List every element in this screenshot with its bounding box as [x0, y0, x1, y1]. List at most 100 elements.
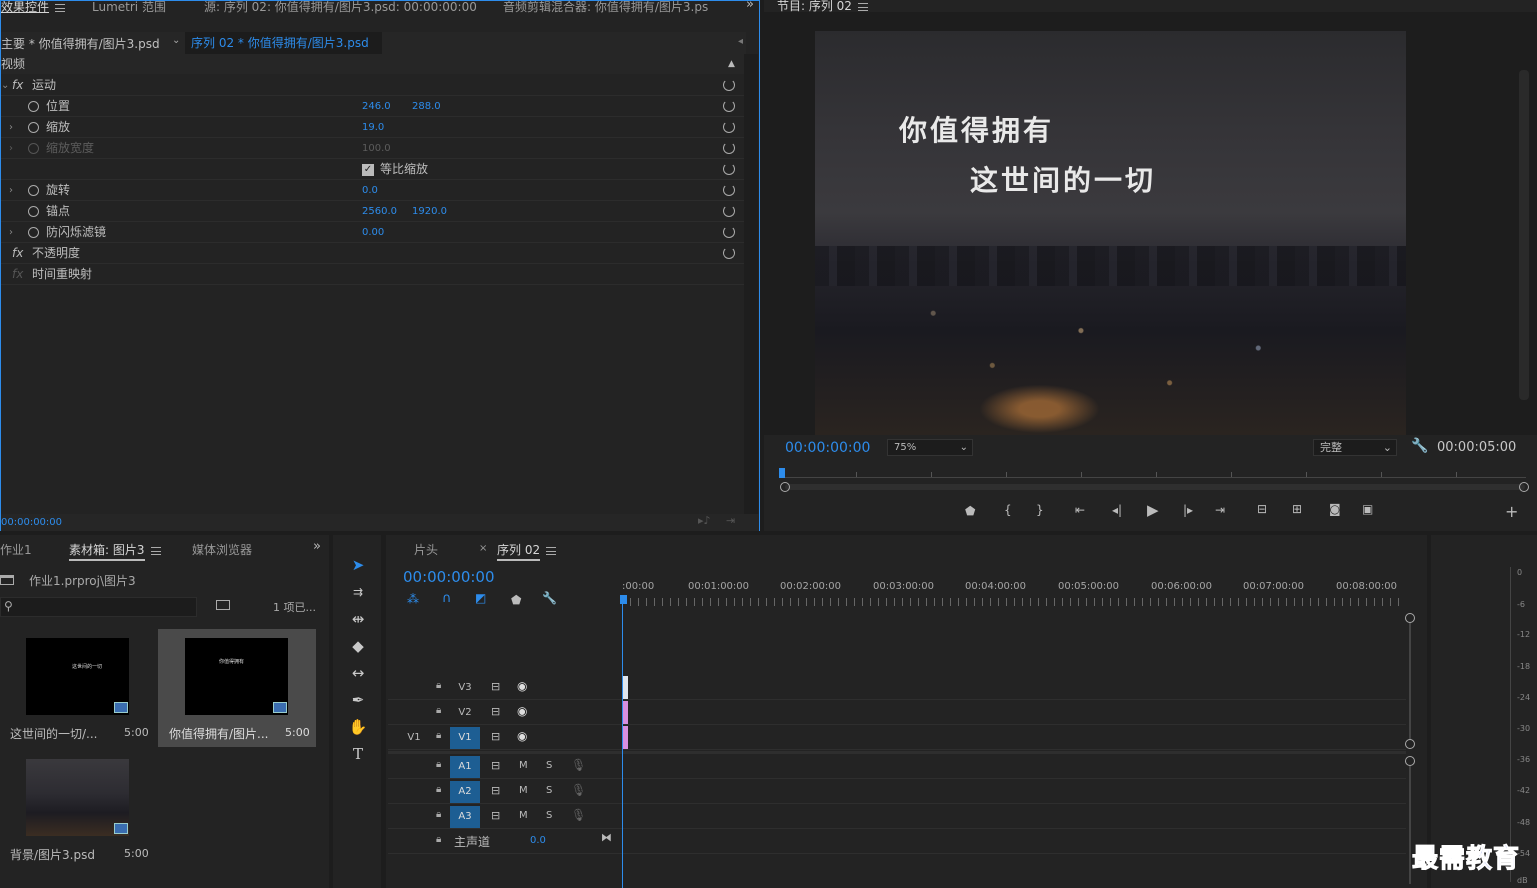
sync-lock-icon[interactable]: ⊟ — [491, 705, 500, 718]
export-frame-camera-icon[interactable]: ◙ — [1329, 502, 1341, 516]
export-icon[interactable]: ⇥ — [726, 514, 735, 527]
stopwatch-icon[interactable] — [28, 101, 39, 112]
track-label[interactable]: V1 — [450, 727, 480, 749]
master-clip-select[interactable]: 主要 * 你值得拥有/图片3.psd — [1, 35, 160, 52]
panel-menu-icon[interactable] — [857, 2, 868, 11]
step-forward-icon[interactable]: |▸ — [1183, 503, 1193, 517]
mute-button[interactable]: M — [519, 810, 528, 821]
zoom-handle-right[interactable] — [1519, 482, 1529, 492]
monitor-time-ruler[interactable] — [781, 466, 1526, 478]
sync-lock-icon[interactable]: ⊟ — [491, 730, 500, 743]
anchor-x-value[interactable]: 2560.0 — [362, 201, 397, 222]
antiflicker-value[interactable]: 0.00 — [362, 222, 384, 243]
master-volume-value[interactable]: 0.0 — [530, 835, 546, 846]
reset-icon[interactable] — [723, 226, 735, 238]
effect-opacity[interactable]: fx 不透明度 — [1, 243, 744, 264]
effect-controls-timecode[interactable]: 00:00:00:00 — [1, 517, 62, 528]
solo-button[interactable]: S — [546, 785, 552, 796]
monitor-scrollbar[interactable] — [1519, 70, 1529, 400]
timeline-timecode[interactable]: 00:00:00:00 — [403, 568, 495, 586]
tab-lumetri[interactable]: Lumetri 范围 — [92, 0, 166, 15]
solo-button[interactable]: S — [546, 810, 552, 821]
tab-audio-mixer[interactable]: 音频剪辑混合器: 你值得拥有/图片3.ps — [503, 0, 725, 15]
sync-lock-icon[interactable]: ⊟ — [491, 759, 500, 772]
linked-selection-icon[interactable]: ◩ — [475, 591, 486, 605]
reset-icon[interactable] — [723, 100, 735, 112]
track-divider[interactable] — [388, 751, 1406, 754]
timeline-zoom-handle-mid[interactable] — [1405, 739, 1415, 749]
eye-icon[interactable]: ◉ — [517, 729, 527, 743]
chevron-down-icon[interactable]: ⌄ — [172, 35, 180, 46]
tab-source[interactable]: 源: 序列 02: 你值得拥有/图片3.psd: 00:00:00:00 — [204, 0, 477, 15]
quality-select[interactable]: 完整 ⌄ — [1313, 439, 1397, 456]
close-tab-icon[interactable]: × — [479, 543, 487, 554]
effect-time-remap[interactable]: fx 时间重映射 — [1, 264, 744, 285]
go-to-edit-icon[interactable]: ⧓ — [601, 831, 612, 844]
track-label[interactable]: A1 — [450, 756, 480, 778]
go-to-out-icon[interactable]: ⇥ — [1215, 503, 1225, 517]
play-audio-icon[interactable]: ▸♪ — [698, 514, 711, 527]
solo-button[interactable]: S — [546, 760, 552, 771]
tab-effect-controls[interactable]: 效果控件 — [1, 0, 66, 15]
overflow-chevron-icon[interactable]: » — [746, 0, 754, 12]
sync-lock-icon[interactable]: ⊟ — [491, 784, 500, 797]
panel-menu-icon[interactable] — [55, 3, 66, 12]
comparison-view-icon[interactable]: ▣ — [1362, 502, 1373, 516]
razor-tool-icon[interactable]: ◆ — [346, 635, 370, 657]
playhead-timecode[interactable]: 00:00:00:00 — [785, 440, 870, 456]
track-v2[interactable]: 🔒︎ V2 ⊟ ◉ — [388, 701, 1406, 725]
reset-icon[interactable] — [723, 163, 735, 175]
new-bin-icon[interactable] — [216, 600, 230, 610]
lock-icon[interactable]: 🔒︎ — [436, 809, 441, 820]
track-select-tool-icon[interactable]: ⇉ — [346, 581, 370, 603]
param-antiflicker[interactable]: › 防闪烁滤镜 0.00 — [1, 222, 744, 243]
track-label[interactable]: V3 — [450, 677, 480, 699]
effect-motion[interactable]: ⌄ fx 运动 — [1, 75, 744, 96]
tab-sequence-02[interactable]: 序列 02 — [497, 541, 557, 561]
mark-out-icon[interactable]: } — [1036, 503, 1044, 517]
fx-badge[interactable]: fx — [12, 264, 23, 285]
fx-badge[interactable]: fx — [12, 243, 23, 264]
add-marker-icon[interactable]: ⬟ — [965, 504, 975, 518]
lock-icon[interactable]: 🔒︎ — [436, 759, 441, 770]
zoom-select[interactable]: 75% ⌄ — [887, 439, 973, 456]
rotation-value[interactable]: 0.0 — [362, 180, 378, 201]
uniform-scale-checkbox[interactable]: ✓ — [362, 164, 374, 176]
play-icon[interactable]: ▶ — [1147, 501, 1159, 519]
pen-tool-icon[interactable]: ✒ — [346, 689, 370, 711]
param-position[interactable]: 位置 246.0 288.0 — [1, 96, 744, 117]
panel-menu-icon[interactable] — [546, 546, 557, 555]
fx-badge[interactable]: fx — [12, 75, 23, 96]
param-rotation[interactable]: › 旋转 0.0 — [1, 180, 744, 201]
time-ruler-ticks[interactable] — [622, 598, 1404, 606]
reset-icon[interactable] — [723, 121, 735, 133]
expand-arrow-icon[interactable]: › — [9, 222, 13, 243]
expand-icon[interactable]: ◂ — [738, 36, 743, 47]
clip-v3[interactable] — [623, 676, 628, 699]
expand-arrow-icon[interactable]: › — [9, 138, 13, 159]
lock-icon[interactable]: 🔒︎ — [436, 680, 441, 691]
track-master[interactable]: 🔒︎ 主声道 0.0 ⧓ — [388, 830, 1406, 854]
slip-tool-icon[interactable]: ↔ — [346, 662, 370, 684]
source-patch-label[interactable]: V1 — [399, 727, 429, 749]
go-to-in-icon[interactable]: ⇤ — [1075, 503, 1085, 517]
track-label[interactable]: A2 — [450, 781, 480, 803]
clip-v2[interactable] — [623, 701, 628, 724]
timeline-audio-scrollbar[interactable] — [1409, 766, 1411, 884]
microphone-icon[interactable]: 🎙︎ — [571, 783, 586, 797]
param-anchor[interactable]: 锚点 2560.0 1920.0 — [1, 201, 744, 222]
reset-icon[interactable] — [723, 247, 735, 259]
timeline-playhead-marker[interactable] — [620, 595, 627, 604]
mark-in-icon[interactable]: { — [1004, 503, 1012, 517]
eye-icon[interactable]: ◉ — [517, 679, 527, 693]
nest-icon[interactable]: ⁂ — [407, 592, 419, 606]
track-a3[interactable]: 🔒︎ A3 ⊟ M S 🎙︎ — [388, 805, 1406, 829]
zoom-handle-left[interactable] — [780, 482, 790, 492]
reset-icon[interactable] — [723, 79, 735, 91]
mute-button[interactable]: M — [519, 785, 528, 796]
bin-item-selected[interactable]: 你值得拥有 你值得拥有/图片... 5:00 — [158, 629, 316, 747]
anchor-y-value[interactable]: 1920.0 — [412, 201, 447, 222]
timeline-video-scrollbar[interactable] — [1409, 623, 1411, 740]
timeline-zoom-handle-top[interactable] — [1405, 613, 1415, 623]
track-label[interactable]: V2 — [450, 702, 480, 724]
